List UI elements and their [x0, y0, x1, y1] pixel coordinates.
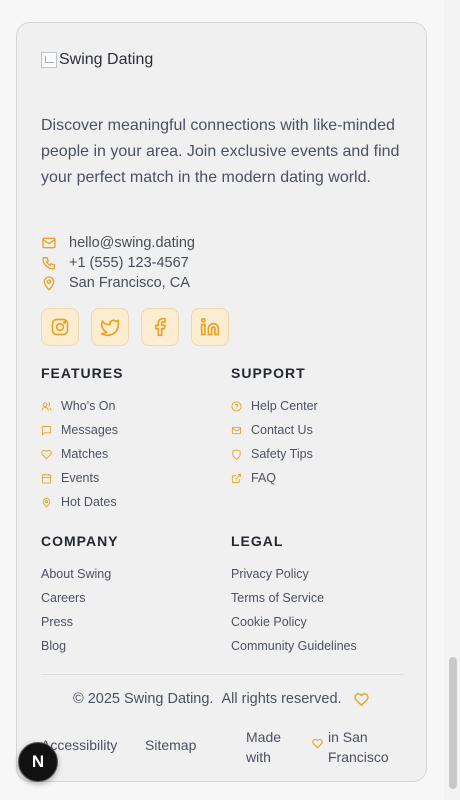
- legal-link-privacy[interactable]: Privacy Policy: [231, 562, 411, 586]
- help-circle-icon: [231, 400, 242, 412]
- company-link-about[interactable]: About Swing: [41, 562, 221, 586]
- message-icon: [41, 425, 52, 436]
- support-link-contact-us[interactable]: Contact Us: [231, 418, 411, 442]
- twitter-icon: [100, 319, 120, 337]
- features-heading: FEATURES: [41, 365, 124, 381]
- legal-link-cookie[interactable]: Cookie Policy: [231, 610, 411, 634]
- map-pin-icon: [42, 497, 51, 508]
- scrollbar-thumb[interactable]: [449, 657, 457, 789]
- footer-description: Discover meaningful connections with lik…: [41, 117, 400, 186]
- link-label: Who's On: [61, 399, 116, 413]
- link-label: Matches: [61, 447, 109, 461]
- link-label: Help Center: [251, 399, 318, 413]
- legal-link-terms[interactable]: Terms of Service: [231, 586, 411, 610]
- features-link-hot-dates[interactable]: Hot Dates: [41, 490, 221, 514]
- contact-phone-text: +1 (555) 123-4567: [69, 255, 189, 271]
- made-in-text: in San Francisco: [328, 729, 389, 765]
- facebook-icon: [155, 317, 166, 337]
- phone-icon: [42, 257, 55, 270]
- legal-link-community[interactable]: Community Guidelines: [231, 634, 411, 658]
- users-icon: [41, 401, 52, 411]
- contact-email[interactable]: hello@swing.dating: [41, 233, 195, 253]
- company-heading: COMPANY: [41, 533, 119, 549]
- contact-info: hello@swing.dating +1 (555) 123-4567 San…: [41, 233, 195, 293]
- external-link-icon: [231, 473, 242, 483]
- support-link-safety-tips[interactable]: Safety Tips: [231, 442, 411, 466]
- legal-heading: LEGAL: [231, 533, 284, 549]
- logo-alt-text: Swing Dating: [59, 51, 154, 68]
- footer-divider: [41, 674, 404, 675]
- features-link-events[interactable]: Events: [41, 466, 221, 490]
- features-link-whos-on[interactable]: Who's On: [41, 394, 221, 418]
- scrollbar-track[interactable]: [444, 0, 460, 800]
- heart-icon: [312, 738, 323, 749]
- nextjs-dev-button[interactable]: N: [18, 742, 58, 782]
- linkedin-button[interactable]: [191, 308, 229, 346]
- link-label: FAQ: [251, 471, 277, 485]
- copyright-text: © 2025 Swing Dating.: [73, 691, 214, 707]
- calendar-icon: [41, 473, 52, 484]
- link-label: Events: [61, 471, 100, 485]
- heart-icon: [353, 692, 369, 706]
- made-with-text: Made with: [246, 729, 282, 765]
- instagram-icon: [51, 318, 69, 336]
- broken-image-icon: [41, 52, 57, 68]
- instagram-button[interactable]: [41, 308, 79, 346]
- shield-icon: [232, 448, 241, 460]
- link-label: Contact Us: [251, 423, 313, 437]
- facebook-button[interactable]: [141, 308, 179, 346]
- sitemap-link[interactable]: Sitemap: [145, 737, 196, 753]
- copyright-line: © 2025 Swing Dating. All rights reserved…: [73, 691, 369, 707]
- contact-location-text: San Francisco, CA: [69, 275, 190, 291]
- logo[interactable]: Swing Dating: [41, 51, 153, 69]
- linkedin-icon: [200, 317, 220, 336]
- footer-card: Swing Dating Discover meaningful connect…: [16, 22, 427, 782]
- support-heading: SUPPORT: [231, 365, 306, 381]
- mail-icon: [231, 426, 242, 434]
- support-link-faq[interactable]: FAQ: [231, 466, 411, 490]
- company-link-blog[interactable]: Blog: [41, 634, 221, 658]
- features-column: FEATURES Who's On Messages Matches Event…: [41, 364, 221, 514]
- social-links: [41, 308, 229, 346]
- map-pin-icon: [43, 276, 55, 291]
- link-label: Safety Tips: [251, 447, 313, 461]
- contact-email-text: hello@swing.dating: [69, 235, 195, 251]
- heart-icon: [41, 449, 52, 459]
- support-column: SUPPORT Help Center Contact Us Safety Ti…: [231, 364, 411, 490]
- company-column: COMPANY About Swing Careers Press Blog: [41, 532, 221, 658]
- mail-icon: [42, 237, 56, 249]
- contact-location: San Francisco, CA: [41, 273, 195, 293]
- link-label: Hot Dates: [61, 495, 117, 509]
- twitter-button[interactable]: [91, 308, 129, 346]
- legal-column: LEGAL Privacy Policy Terms of Service Co…: [231, 532, 411, 658]
- company-link-press[interactable]: Press: [41, 610, 221, 634]
- support-link-help-center[interactable]: Help Center: [231, 394, 411, 418]
- features-link-messages[interactable]: Messages: [41, 418, 221, 442]
- features-link-matches[interactable]: Matches: [41, 442, 221, 466]
- link-label: Messages: [61, 423, 118, 437]
- rights-text: All rights reserved.: [221, 691, 342, 707]
- contact-phone[interactable]: +1 (555) 123-4567: [41, 253, 195, 273]
- company-link-careers[interactable]: Careers: [41, 586, 221, 610]
